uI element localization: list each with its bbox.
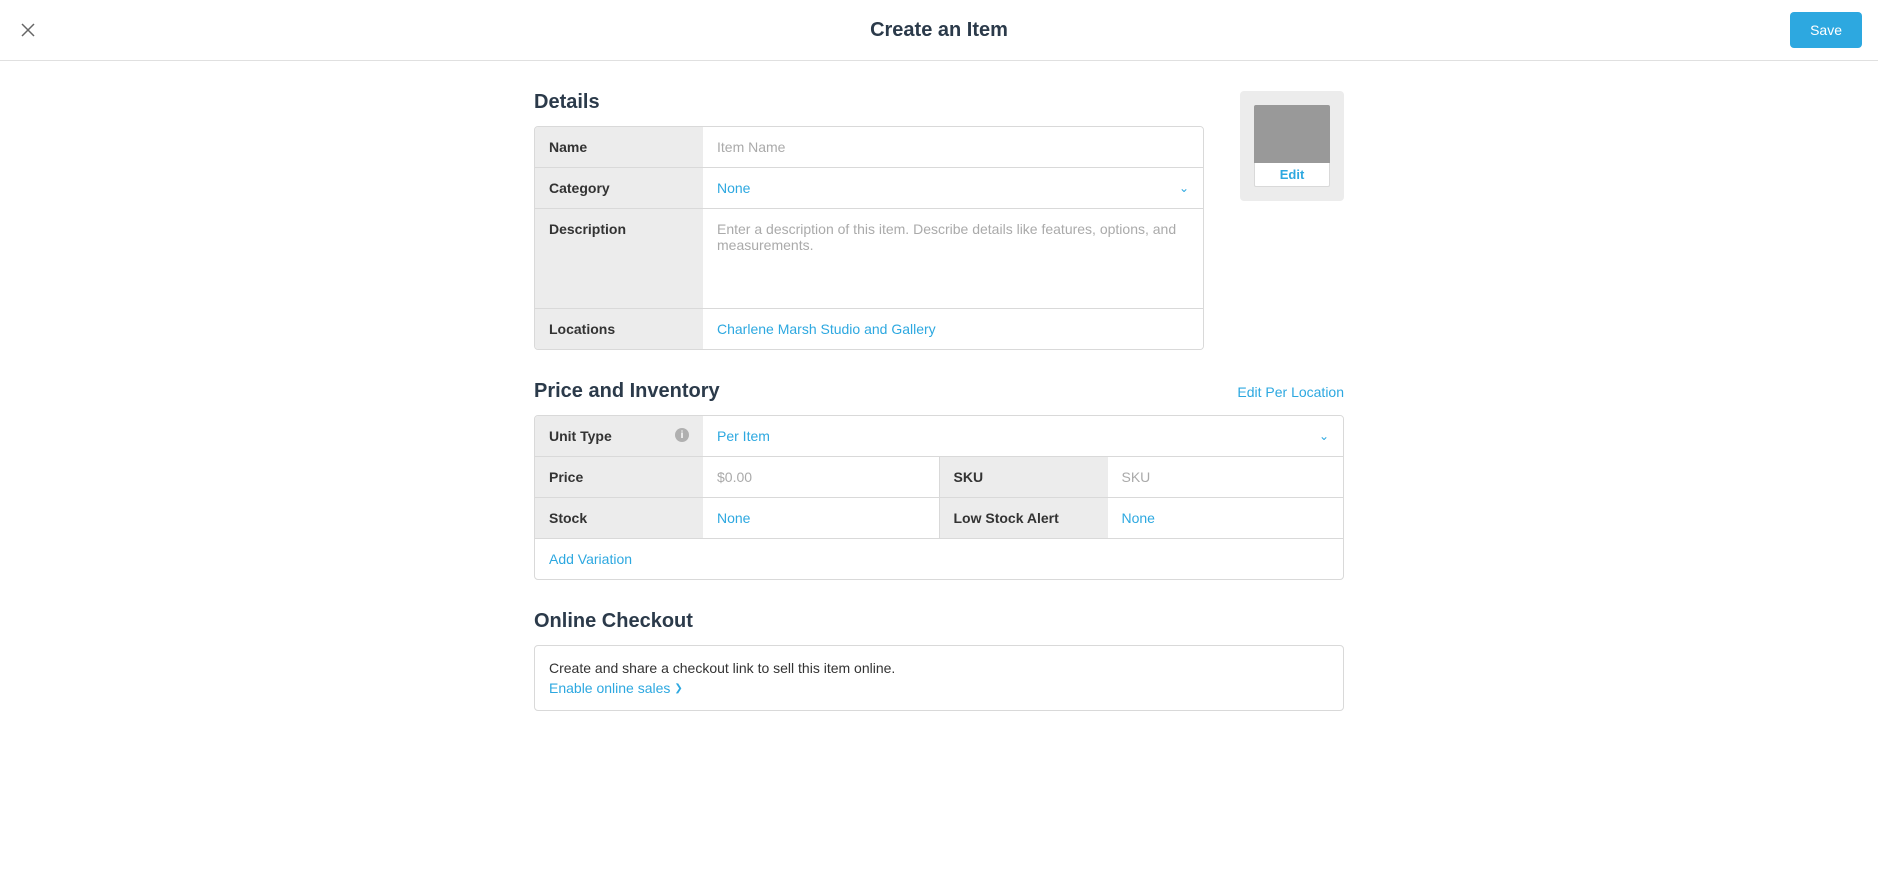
side-column: Edit [1240, 91, 1344, 380]
low-stock-label: Low Stock Alert [940, 498, 1108, 538]
low-stock-value: None [1122, 510, 1155, 526]
locations-select[interactable]: Charlene Marsh Studio and Gallery [703, 309, 1203, 349]
chevron-down-icon: ⌄ [1179, 181, 1189, 195]
price-label: Price [535, 457, 703, 497]
checkout-title: Online Checkout [534, 610, 693, 633]
inventory-table: Unit Type i Per Item ⌄ Price SKU [534, 415, 1344, 580]
image-placeholder [1254, 105, 1330, 163]
stock-select[interactable]: None [703, 498, 939, 538]
modal-header: Create an Item Save [0, 0, 1878, 61]
unit-type-row[interactable]: Unit Type i Per Item ⌄ [535, 416, 1343, 457]
name-row: Name [535, 127, 1203, 168]
name-input[interactable] [717, 139, 1189, 155]
description-row: Description [535, 209, 1203, 309]
close-button[interactable] [16, 18, 40, 42]
description-value [703, 209, 1203, 308]
add-variation-link[interactable]: Add Variation [535, 539, 1343, 579]
inventory-title: Price and Inventory [534, 380, 720, 403]
category-label: Category [535, 168, 703, 208]
chevron-right-icon: ❯ [674, 683, 682, 694]
unit-type-value: Per Item [717, 428, 770, 444]
info-icon[interactable]: i [675, 428, 689, 442]
content: Details Name Category None ⌄ Description [0, 61, 1878, 410]
page-title: Create an Item [870, 19, 1008, 42]
inventory-header: Price and Inventory Edit Per Location [534, 380, 1344, 403]
stock-row: Stock None Low Stock Alert None [535, 498, 1343, 539]
save-button[interactable]: Save [1790, 12, 1862, 48]
sku-label: SKU [940, 457, 1108, 497]
close-icon [19, 21, 37, 39]
details-table: Name Category None ⌄ Description Locat [534, 126, 1204, 350]
main-column: Details Name Category None ⌄ Description [534, 91, 1204, 380]
locations-value: Charlene Marsh Studio and Gallery [717, 321, 936, 337]
checkout-header: Online Checkout [534, 610, 1204, 633]
locations-label: Locations [535, 309, 703, 349]
category-row[interactable]: Category None ⌄ [535, 168, 1203, 209]
content-lower: Price and Inventory Edit Per Location Un… [0, 380, 1878, 741]
details-header: Details [534, 91, 1204, 114]
category-value: None [717, 180, 750, 196]
image-edit-button[interactable]: Edit [1254, 163, 1330, 187]
price-value [703, 457, 939, 497]
price-sku-row: Price SKU [535, 457, 1343, 498]
stock-label: Stock [535, 498, 703, 538]
description-label: Description [535, 209, 703, 308]
details-title: Details [534, 91, 600, 114]
price-input[interactable] [717, 469, 925, 485]
enable-online-sales-link[interactable]: Enable online sales ❯ [549, 680, 683, 696]
category-select[interactable]: None ⌄ [703, 168, 1203, 208]
checkout-description: Create and share a checkout link to sell… [549, 660, 1329, 676]
checkout-box: Create and share a checkout link to sell… [534, 645, 1344, 711]
name-label: Name [535, 127, 703, 167]
inventory-wrapper: Price and Inventory Edit Per Location Un… [534, 380, 1204, 711]
unit-type-label: Unit Type i [535, 416, 703, 456]
description-input[interactable] [717, 221, 1189, 285]
locations-row[interactable]: Locations Charlene Marsh Studio and Gall… [535, 309, 1203, 349]
image-card: Edit [1240, 91, 1344, 201]
stock-value: None [717, 510, 750, 526]
name-value [703, 127, 1203, 167]
